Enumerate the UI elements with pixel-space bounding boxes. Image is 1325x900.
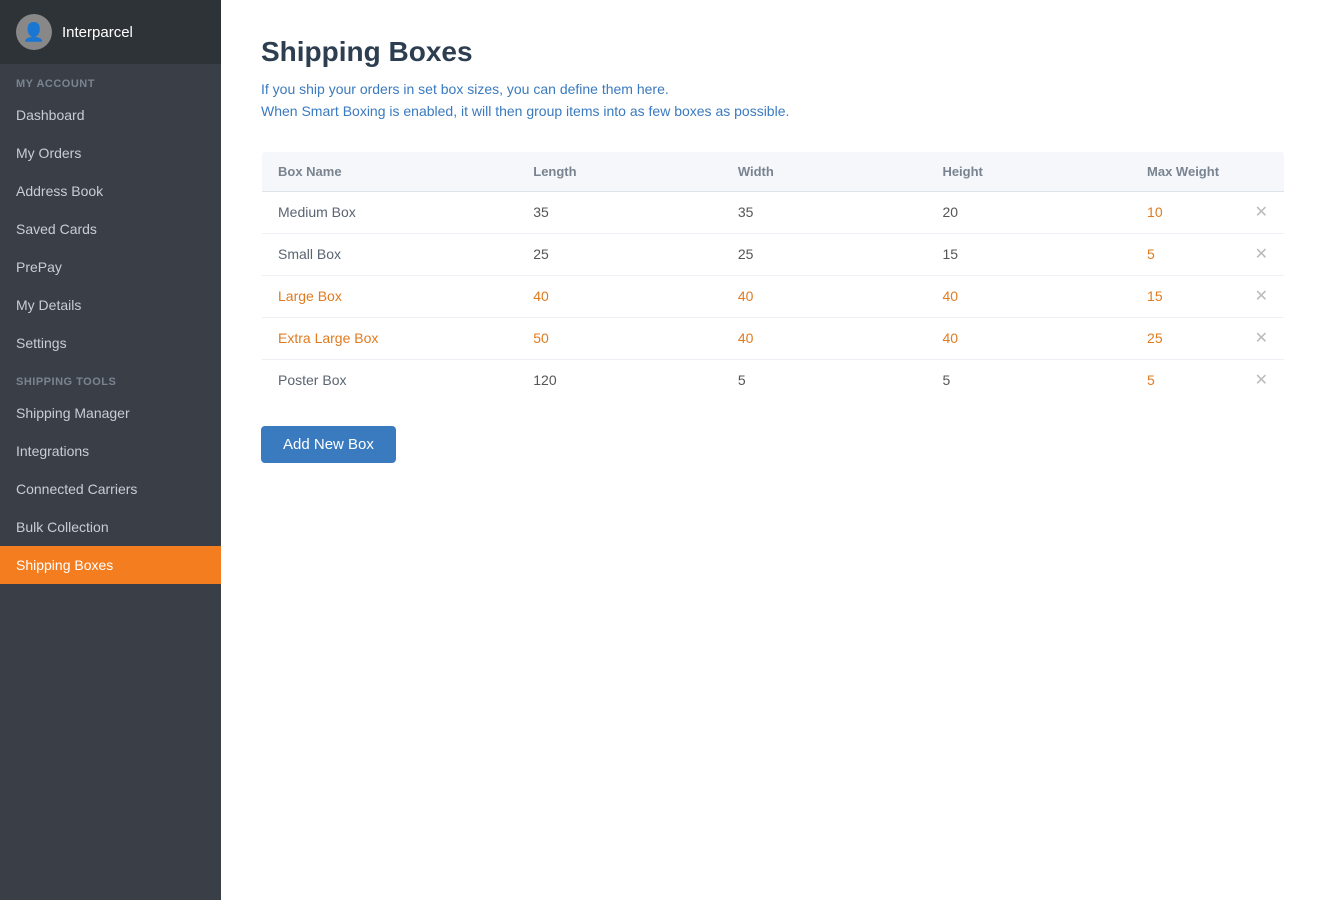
cell-height: 40 — [926, 317, 1131, 359]
table-row: Large Box 40 40 40 15 ✕ — [262, 275, 1285, 317]
cell-max-weight: 5 — [1131, 233, 1239, 275]
table-row: Medium Box 35 35 20 10 ✕ — [262, 191, 1285, 233]
shipping-tools-section-label: SHIPPING TOOLS — [0, 362, 221, 394]
cell-box-name: Poster Box — [262, 359, 518, 401]
page-title: Shipping Boxes — [261, 36, 1285, 68]
my-account-nav: DashboardMy OrdersAddress BookSaved Card… — [0, 96, 221, 362]
subtitle-line2: When Smart Boxing is enabled, it will th… — [261, 100, 1285, 122]
col-header-max-weight: Max Weight — [1131, 151, 1239, 191]
sidebar-item-bulk-collection[interactable]: Bulk Collection — [0, 508, 221, 546]
subtitle-line1: If you ship your orders in set box sizes… — [261, 78, 1285, 100]
sidebar-item-my-details[interactable]: My Details — [0, 286, 221, 324]
cell-width: 40 — [722, 317, 927, 359]
cell-width: 40 — [722, 275, 927, 317]
delete-icon[interactable]: ✕ — [1255, 246, 1268, 263]
cell-action: ✕ — [1239, 359, 1285, 401]
cell-width: 35 — [722, 191, 927, 233]
cell-box-name: Small Box — [262, 233, 518, 275]
cell-width: 5 — [722, 359, 927, 401]
subtitle: If you ship your orders in set box sizes… — [261, 78, 1285, 123]
shipping-tools-nav: Shipping ManagerIntegrationsConnected Ca… — [0, 394, 221, 584]
table-header: Box Name Length Width Height Max Weight — [262, 151, 1285, 191]
cell-length: 50 — [517, 317, 722, 359]
cell-height: 5 — [926, 359, 1131, 401]
col-header-width: Width — [722, 151, 927, 191]
table-row: Extra Large Box 50 40 40 25 ✕ — [262, 317, 1285, 359]
cell-action: ✕ — [1239, 233, 1285, 275]
table-body: Medium Box 35 35 20 10 ✕ Small Box 25 25… — [262, 191, 1285, 401]
cell-box-name: Extra Large Box — [262, 317, 518, 359]
delete-icon[interactable]: ✕ — [1255, 288, 1268, 305]
sidebar-item-settings[interactable]: Settings — [0, 324, 221, 362]
main-content: Shipping Boxes If you ship your orders i… — [221, 0, 1325, 900]
delete-icon[interactable]: ✕ — [1255, 330, 1268, 347]
my-account-section-label: MY ACCOUNT — [0, 64, 221, 96]
table-row: Small Box 25 25 15 5 ✕ — [262, 233, 1285, 275]
cell-box-name: Large Box — [262, 275, 518, 317]
cell-action: ✕ — [1239, 317, 1285, 359]
delete-icon[interactable]: ✕ — [1255, 204, 1268, 221]
table-row: Poster Box 120 5 5 5 ✕ — [262, 359, 1285, 401]
cell-height: 20 — [926, 191, 1131, 233]
cell-box-name: Medium Box — [262, 191, 518, 233]
cell-action: ✕ — [1239, 275, 1285, 317]
cell-height: 15 — [926, 233, 1131, 275]
cell-height: 40 — [926, 275, 1131, 317]
cell-max-weight: 10 — [1131, 191, 1239, 233]
sidebar-item-connected-carriers[interactable]: Connected Carriers — [0, 470, 221, 508]
cell-length: 120 — [517, 359, 722, 401]
col-header-height: Height — [926, 151, 1131, 191]
shipping-boxes-table: Box Name Length Width Height Max Weight … — [261, 151, 1285, 402]
cell-length: 40 — [517, 275, 722, 317]
sidebar-item-my-orders[interactable]: My Orders — [0, 134, 221, 172]
cell-length: 25 — [517, 233, 722, 275]
sidebar-item-address-book[interactable]: Address Book — [0, 172, 221, 210]
sidebar-item-integrations[interactable]: Integrations — [0, 432, 221, 470]
cell-max-weight: 5 — [1131, 359, 1239, 401]
delete-icon[interactable]: ✕ — [1255, 372, 1268, 389]
brand-name: Interparcel — [62, 24, 133, 41]
sidebar-item-dashboard[interactable]: Dashboard — [0, 96, 221, 134]
cell-width: 25 — [722, 233, 927, 275]
cell-max-weight: 15 — [1131, 275, 1239, 317]
col-header-action — [1239, 151, 1285, 191]
cell-length: 35 — [517, 191, 722, 233]
sidebar-item-shipping-boxes[interactable]: Shipping Boxes — [0, 546, 221, 584]
sidebar-item-prepay[interactable]: PrePay — [0, 248, 221, 286]
col-header-length: Length — [517, 151, 722, 191]
sidebar-item-shipping-manager[interactable]: Shipping Manager — [0, 394, 221, 432]
sidebar-header: 👤 Interparcel — [0, 0, 221, 64]
sidebar-item-saved-cards[interactable]: Saved Cards — [0, 210, 221, 248]
col-header-box-name: Box Name — [262, 151, 518, 191]
avatar: 👤 — [16, 14, 52, 50]
cell-max-weight: 25 — [1131, 317, 1239, 359]
add-new-box-button[interactable]: Add New Box — [261, 426, 396, 463]
cell-action: ✕ — [1239, 191, 1285, 233]
sidebar: 👤 Interparcel MY ACCOUNT DashboardMy Ord… — [0, 0, 221, 900]
